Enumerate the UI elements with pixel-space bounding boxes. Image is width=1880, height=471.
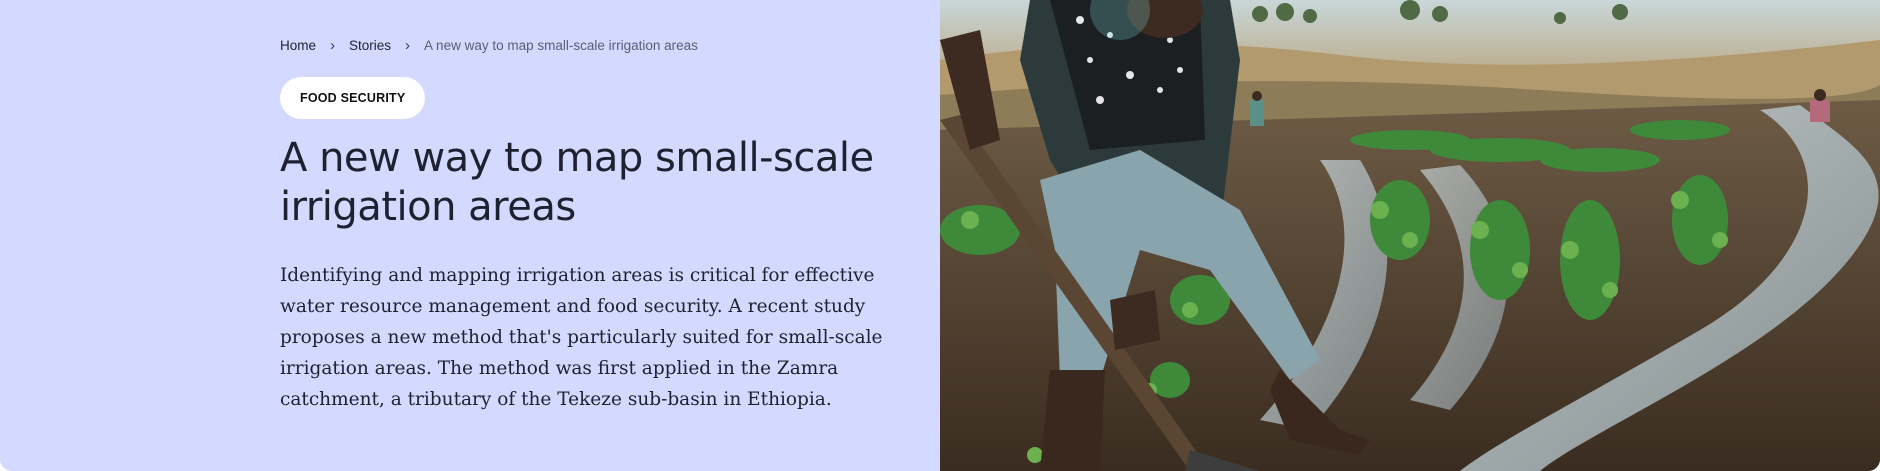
breadcrumb-home-link[interactable]: Home — [280, 38, 316, 53]
breadcrumb-current: A new way to map small-scale irrigation … — [424, 38, 698, 53]
chevron-right-icon: › — [330, 37, 336, 54]
story-description: Identifying and mapping irrigation areas… — [280, 265, 883, 410]
hero-text-column: Home › Stories › A new way to map small-… — [280, 0, 920, 471]
breadcrumb-stories-link[interactable]: Stories — [349, 38, 391, 53]
topic-tag-food-security[interactable]: FOOD SECURITY — [280, 77, 426, 119]
story-hero: Home › Stories › A new way to map small-… — [0, 0, 1880, 471]
page-title: A new way to map small-scale irrigation … — [280, 135, 874, 230]
chevron-right-icon: › — [405, 37, 411, 54]
hero-photo — [940, 0, 1880, 471]
breadcrumb: Home › Stories › A new way to map small-… — [280, 37, 698, 54]
farmer-irrigating-field-image — [940, 0, 1880, 471]
